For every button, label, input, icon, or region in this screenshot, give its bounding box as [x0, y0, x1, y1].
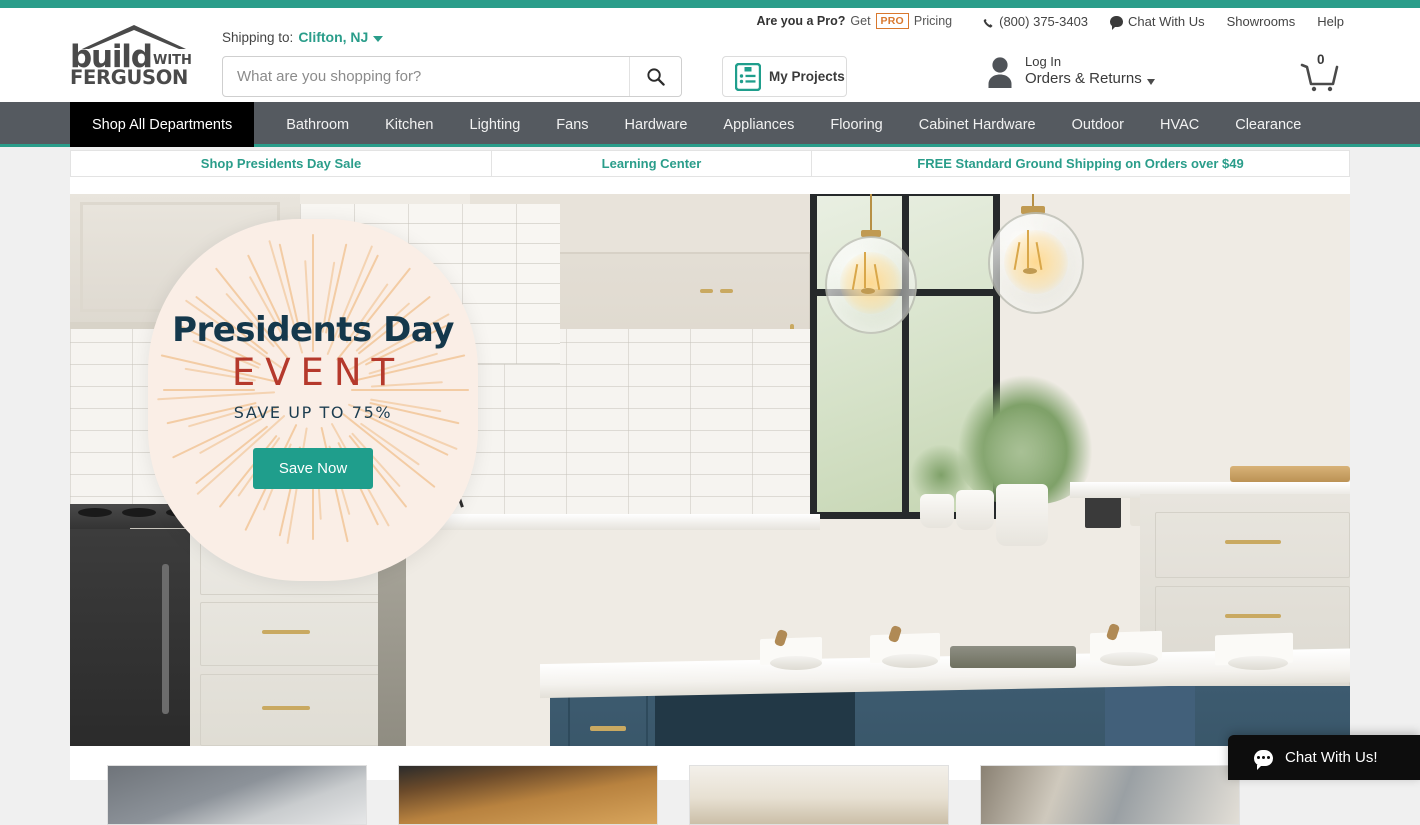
shipping-label: Shipping to:	[222, 29, 294, 45]
chevron-down-icon	[373, 36, 384, 42]
pro-get-label: Get	[850, 14, 871, 28]
thumbnail-card-2[interactable]	[398, 765, 658, 825]
promo-bar: Shop Presidents Day Sale Learning Center…	[70, 150, 1350, 177]
search-icon	[647, 68, 665, 86]
user-avatar-icon	[988, 56, 1012, 88]
hero-banner[interactable]: Presidents Day EVENT SAVE UP TO 75% Save…	[70, 194, 1350, 746]
phone-icon	[983, 17, 994, 28]
nav-item-lighting[interactable]: Lighting	[452, 102, 539, 147]
my-projects-label: My Projects	[769, 69, 845, 84]
pro-pricing-label: Pricing	[913, 14, 953, 28]
help-link[interactable]: Help	[1306, 14, 1355, 29]
nav-item-clearance[interactable]: Clearance	[1217, 102, 1319, 147]
pro-question: Are you a Pro?	[756, 14, 846, 28]
top-accent-strip	[0, 0, 1420, 8]
promo-free-shipping[interactable]: FREE Standard Ground Shipping on Orders …	[812, 151, 1349, 176]
phone-number: (800) 375-3403	[999, 13, 1089, 29]
nav-item-appliances[interactable]: Appliances	[705, 102, 812, 147]
hero-subtitle: SAVE UP TO 75%	[233, 403, 393, 422]
account-orders-label[interactable]: Orders & Returns	[1025, 70, 1155, 89]
utility-bar: Are you a Pro? Get PRO Pricing (800) 375…	[700, 8, 1355, 34]
account-login-label[interactable]: Log In	[1025, 54, 1155, 70]
thumbnail-card-3[interactable]	[689, 765, 949, 825]
phone-link[interactable]: (800) 375-3403	[972, 14, 1099, 29]
promo-shop-presidents-day-sale[interactable]: Shop Presidents Day Sale	[71, 151, 492, 176]
search-input[interactable]	[223, 57, 629, 96]
hero-save-now-button[interactable]: Save Now	[252, 448, 374, 489]
nav-item-hardware[interactable]: Hardware	[607, 102, 706, 147]
live-chat-widget[interactable]: Chat With Us!	[1228, 735, 1420, 780]
live-chat-label: Chat With Us!	[1285, 749, 1378, 766]
account-orders-text: Orders & Returns	[1025, 70, 1142, 88]
search-button[interactable]	[629, 57, 681, 96]
my-projects-button[interactable]: My Projects	[722, 56, 847, 97]
showrooms-link[interactable]: Showrooms	[1216, 14, 1307, 29]
logo-ferguson-text: FERGUSON	[70, 66, 189, 89]
chat-with-us-link[interactable]: Chat With Us	[1099, 13, 1216, 30]
cart-count-badge: 0	[1317, 52, 1325, 67]
nav-item-kitchen[interactable]: Kitchen	[367, 102, 451, 147]
nav-item-flooring[interactable]: Flooring	[812, 102, 900, 147]
shipping-city: Clifton, NJ	[298, 29, 369, 45]
promo-learning-center[interactable]: Learning Center	[492, 151, 812, 176]
site-logo[interactable]: build WITH FERGUSON	[70, 24, 202, 88]
main-content: Presidents Day EVENT SAVE UP TO 75% Save…	[70, 177, 1350, 825]
cart-button[interactable]: 0	[1298, 52, 1340, 96]
nav-item-fans[interactable]: Fans	[538, 102, 606, 147]
thumbnail-card-1[interactable]	[107, 765, 367, 825]
chat-with-us-label: Chat With Us	[1128, 13, 1205, 29]
search-bar	[222, 56, 682, 97]
nav-shop-all-departments[interactable]: Shop All Departments	[70, 102, 255, 147]
clipboard-list-icon	[735, 62, 761, 91]
chat-bubble-icon	[1110, 15, 1124, 30]
primary-navigation: Shop All Departments Bathroom Kitchen Li…	[0, 102, 1420, 147]
hero-event: EVENT	[231, 351, 405, 394]
shipping-to[interactable]: Shipping to: Clifton, NJ	[222, 29, 384, 45]
hero-thumbnail-strip	[107, 765, 1322, 825]
nav-item-outdoor[interactable]: Outdoor	[1054, 102, 1142, 147]
pro-badge: PRO	[875, 13, 909, 29]
nav-item-cabinet-hardware[interactable]: Cabinet Hardware	[901, 102, 1054, 147]
nav-item-bathroom[interactable]: Bathroom	[268, 102, 367, 147]
pro-pricing-promo[interactable]: Are you a Pro? Get PRO Pricing	[756, 13, 972, 29]
chevron-down-icon	[1146, 78, 1155, 85]
chat-bubble-icon	[1254, 749, 1273, 770]
hero-promo-card: Presidents Day EVENT SAVE UP TO 75% Save…	[148, 219, 478, 581]
account-menu[interactable]: Log In Orders & Returns	[985, 54, 1155, 89]
nav-item-hvac[interactable]: HVAC	[1142, 102, 1217, 147]
thumbnail-card-4[interactable]	[980, 765, 1240, 825]
site-header: Are you a Pro? Get PRO Pricing (800) 375…	[0, 8, 1420, 102]
hero-title: Presidents Day	[172, 310, 454, 350]
